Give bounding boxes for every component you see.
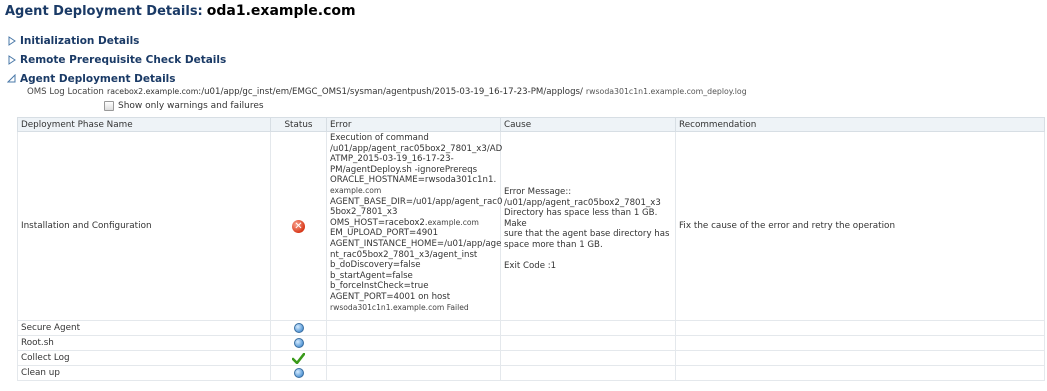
oms-log-path: :/u01/app/gc_inst/em/EMGC_OMS1/sysman/ag… bbox=[198, 87, 583, 97]
recommendation-cell bbox=[675, 350, 1045, 366]
section-label: Agent Deployment Details bbox=[20, 73, 176, 85]
section-label: Remote Prerequisite Check Details bbox=[20, 54, 227, 66]
error-cell bbox=[326, 320, 501, 336]
pending-status-icon bbox=[293, 337, 304, 348]
phase-cell: Clean up bbox=[17, 365, 271, 381]
table-row[interactable]: Installation and Configuration ✕ Executi… bbox=[17, 131, 1045, 321]
deployment-phase-table: Deployment Phase Name Status Error Cause… bbox=[17, 117, 1045, 381]
section-remote-prerequisite-check-details[interactable]: Remote Prerequisite Check Details bbox=[7, 54, 226, 66]
header-status[interactable]: Status bbox=[270, 117, 327, 132]
cause-cell bbox=[500, 365, 676, 381]
table-row[interactable]: Secure Agent bbox=[17, 320, 1045, 336]
oms-log-host: racebox2.example.com bbox=[107, 87, 199, 96]
oms-log-file: rwsoda301c1n1.example.com_deploy.log bbox=[585, 87, 747, 96]
section-agent-deployment-details[interactable]: Agent Deployment Details bbox=[7, 73, 176, 85]
recommendation-cell bbox=[675, 335, 1045, 351]
error-text-host1: example.com bbox=[330, 185, 382, 195]
phase-cell: Installation and Configuration bbox=[17, 131, 271, 321]
page-title-host: oda1.example.com bbox=[206, 3, 356, 19]
error-cell bbox=[326, 350, 501, 366]
error-cell bbox=[326, 365, 501, 381]
header-phase[interactable]: Deployment Phase Name bbox=[17, 117, 271, 132]
header-error[interactable]: Error bbox=[326, 117, 501, 132]
page-title-label: Agent Deployment Details: bbox=[5, 4, 203, 19]
status-cell bbox=[270, 365, 327, 381]
error-cell: Execution of command /u01/app/agent_rac0… bbox=[326, 131, 503, 321]
cause-text: Error Message:: /u01/app/agent_rac05box2… bbox=[504, 187, 670, 272]
error-text-main: Execution of command /u01/app/agent_rac0… bbox=[330, 133, 503, 186]
header-cause[interactable]: Cause bbox=[500, 117, 676, 132]
error-cell bbox=[326, 335, 501, 351]
table-row[interactable]: Clean up bbox=[17, 365, 1045, 381]
page-title: Agent Deployment Details: oda1.example.co… bbox=[5, 3, 356, 19]
status-cell bbox=[270, 335, 327, 351]
cause-cell: Error Message:: /u01/app/agent_rac05box2… bbox=[500, 131, 676, 321]
header-recommendation[interactable]: Recommendation bbox=[675, 117, 1045, 132]
pending-status-icon bbox=[293, 322, 304, 333]
oms-log-label: OMS Log Location bbox=[27, 87, 104, 97]
phase-cell: Secure Agent bbox=[17, 320, 271, 336]
pending-status-icon bbox=[293, 367, 304, 378]
disclosure-collapsed-icon bbox=[8, 36, 16, 46]
error-icon: ✕ bbox=[292, 219, 305, 233]
recommendation-cell: Fix the cause of the error and retry the… bbox=[675, 131, 1045, 321]
cause-cell bbox=[500, 320, 676, 336]
status-cell: ✕ bbox=[270, 131, 327, 321]
show-warnings-label: Show only warnings and failures bbox=[118, 101, 264, 111]
cause-cell bbox=[500, 335, 676, 351]
error-text-rest: EM_UPLOAD_PORT=4901 AGENT_INSTANCE_HOME=… bbox=[330, 228, 502, 302]
disclosure-collapsed-icon bbox=[8, 55, 16, 65]
error-text-tail: rwsoda301c1n1.example.com Failed bbox=[330, 302, 469, 312]
table-row[interactable]: Root.sh bbox=[17, 335, 1045, 351]
show-warnings-filter[interactable]: Show only warnings and failures bbox=[104, 101, 264, 111]
disclosure-expanded-icon bbox=[7, 74, 16, 83]
status-cell bbox=[270, 320, 327, 336]
phase-cell: Collect Log bbox=[17, 350, 271, 366]
phase-cell: Root.sh bbox=[17, 335, 271, 351]
show-warnings-checkbox[interactable] bbox=[104, 101, 114, 111]
recommendation-cell bbox=[675, 365, 1045, 381]
recommendation-cell bbox=[675, 320, 1045, 336]
success-check-icon bbox=[292, 352, 305, 364]
table-row[interactable]: Collect Log bbox=[17, 350, 1045, 366]
cause-cell bbox=[500, 350, 676, 366]
section-label: Initialization Details bbox=[20, 35, 140, 47]
section-initialization-details[interactable]: Initialization Details bbox=[7, 35, 139, 47]
table-header-row: Deployment Phase Name Status Error Cause… bbox=[17, 117, 1045, 132]
oms-log-location: OMS Log Location racebox2.example.com:/u0… bbox=[27, 87, 747, 97]
error-text-host2: example.com bbox=[427, 217, 479, 227]
status-cell bbox=[270, 350, 327, 366]
